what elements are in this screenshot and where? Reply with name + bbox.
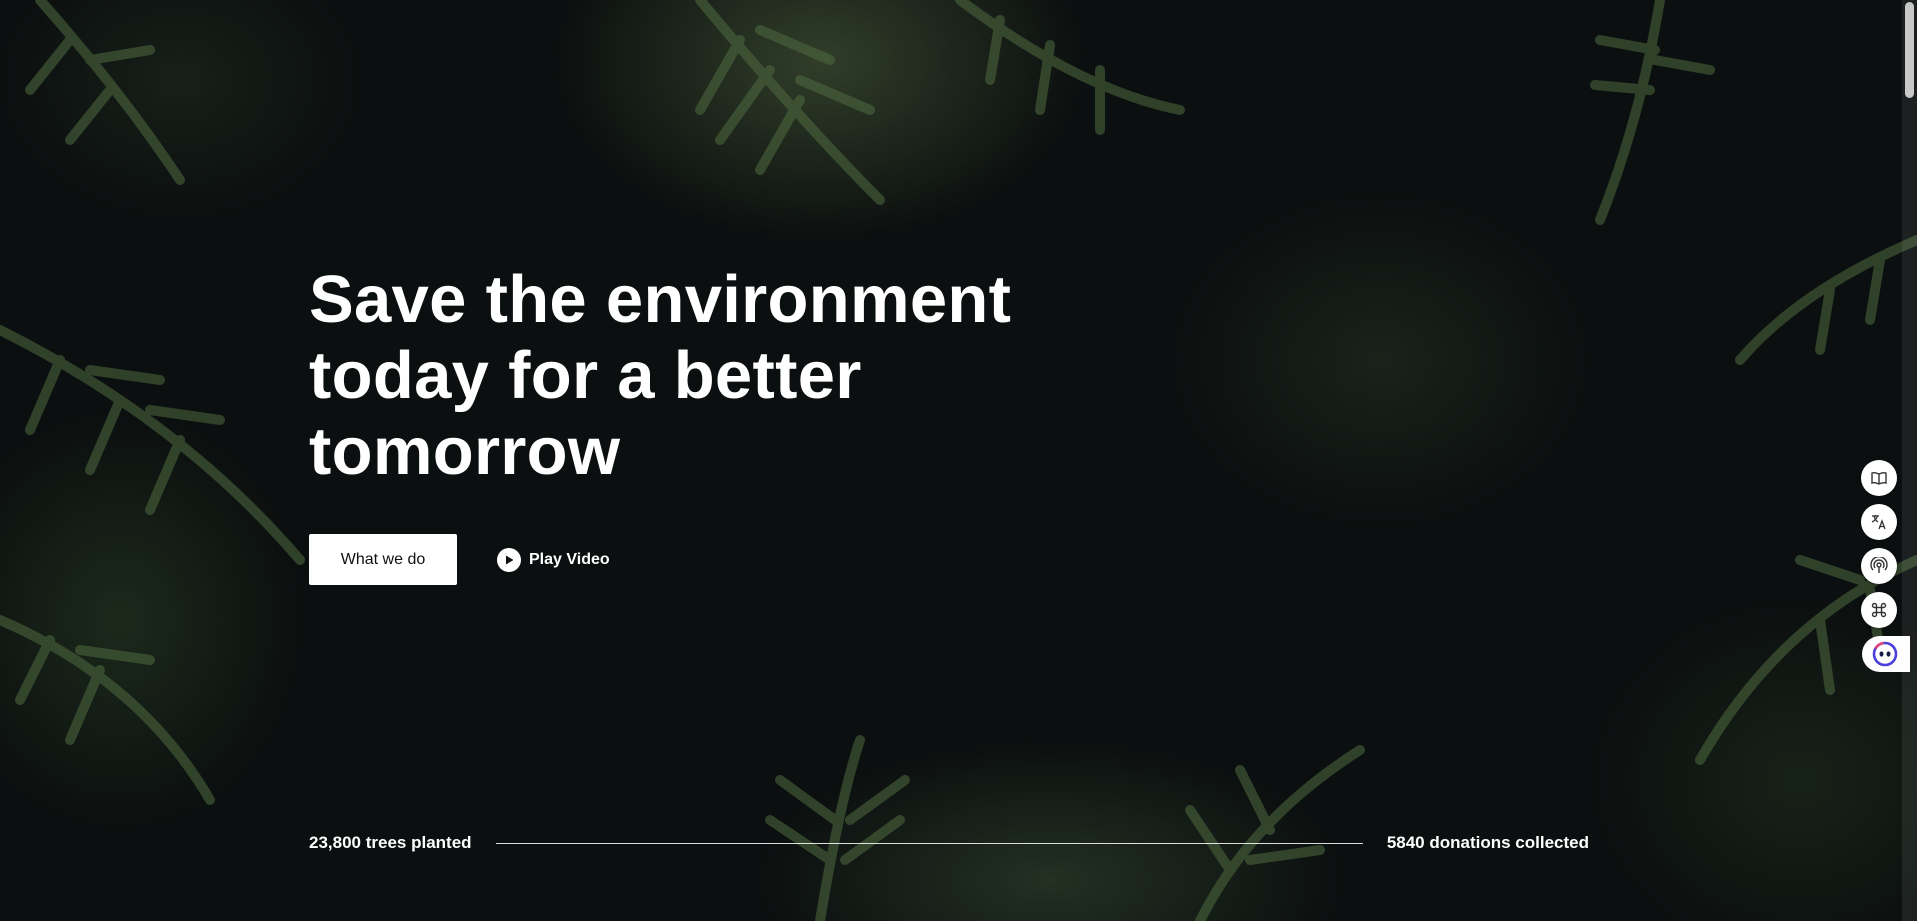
hero-actions: What we do Play Video <box>309 534 1029 585</box>
headline-line-1: Save the environment <box>309 262 1012 337</box>
translate-icon[interactable] <box>1861 504 1897 540</box>
donations-collected-stat: 5840 donations collected <box>1386 833 1589 852</box>
play-video-button[interactable]: Play Video <box>497 547 610 572</box>
command-icon[interactable] <box>1861 592 1897 628</box>
hero-headline: Save the environment today for a better … <box>309 262 1029 490</box>
what-we-do-button[interactable]: What we do <box>309 534 457 585</box>
hero-page: Save the environment today for a better … <box>0 0 1917 921</box>
play-icon <box>497 547 521 572</box>
headline-line-2: today for a better <box>309 338 862 413</box>
stats-divider-line <box>495 842 1363 844</box>
podcast-icon[interactable] <box>1861 548 1897 584</box>
side-toolbar <box>1861 460 1910 672</box>
trees-planted-stat: 23,800 trees planted <box>309 833 472 852</box>
book-icon[interactable] <box>1861 460 1897 496</box>
impact-stats: 23,800 trees planted 5840 donations coll… <box>309 833 1589 853</box>
page-scrollbar[interactable] <box>1902 0 1917 921</box>
scrollbar-thumb[interactable] <box>1905 2 1914 98</box>
headline-line-3: tomorrow <box>309 414 621 489</box>
play-video-label: Play Video <box>529 550 610 568</box>
hero-section: Save the environment today for a better … <box>309 262 1029 585</box>
